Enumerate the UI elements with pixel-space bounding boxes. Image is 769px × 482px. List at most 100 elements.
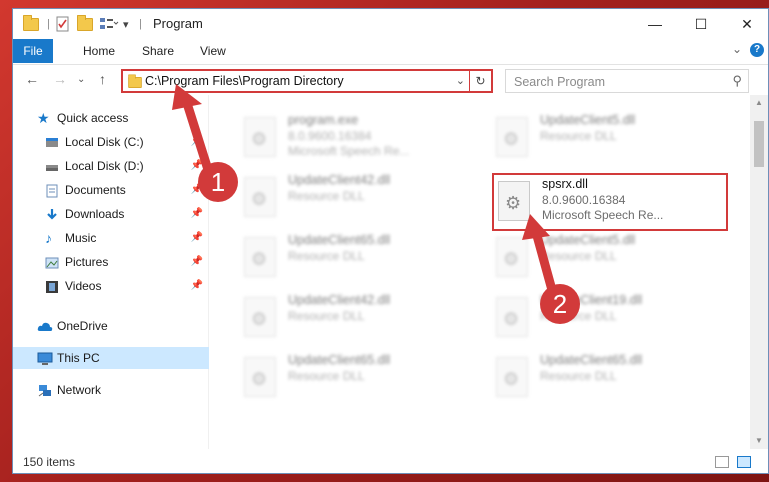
window-title: Program	[153, 16, 203, 31]
properties-icon[interactable]	[55, 15, 71, 33]
file-type: Resource DLL	[540, 129, 617, 143]
file-item[interactable]: UpdateClient65.dll Resource DLL	[238, 231, 468, 287]
sidebar-item-local-disk-d[interactable]: Local Disk (D:) 📌	[13, 155, 209, 177]
file-item[interactable]: program.exe 8.0.9600.16384 Microsoft Spe…	[238, 111, 468, 167]
tab-share[interactable]: Share	[142, 39, 174, 63]
sidebar-item-this-pc[interactable]: This PC	[13, 347, 209, 369]
pin-icon: 📌	[190, 232, 203, 243]
scroll-down-icon[interactable]: ▼	[750, 433, 768, 449]
file-icon	[244, 237, 276, 277]
back-button[interactable]: ←	[25, 71, 39, 87]
customize-toolbar-icon[interactable]: ▾	[123, 15, 129, 33]
file-icon	[244, 297, 276, 337]
explorer-window: | ▾ | Program — ☐ ✕ File Home Share View…	[12, 8, 769, 474]
item-count: 150 items	[23, 455, 76, 469]
file-icon	[496, 117, 528, 157]
sidebar-item-downloads[interactable]: Downloads 📌	[13, 203, 209, 225]
close-button[interactable]: ✕	[724, 9, 769, 39]
sidebar-item-label: Pictures	[65, 255, 109, 269]
computer-icon	[37, 351, 53, 365]
address-path[interactable]: C:\Program Files\Program Directory	[145, 74, 344, 88]
new-folder-icon[interactable]	[77, 14, 93, 33]
file-type: Resource DLL	[540, 249, 617, 263]
network-icon	[37, 383, 51, 397]
downloads-icon	[45, 207, 59, 221]
sidebar-item-network[interactable]: Network	[13, 379, 209, 401]
address-dropdown-icon[interactable]: ⌄	[456, 74, 465, 87]
videos-icon	[45, 279, 59, 293]
address-row: ← → ⌄ ↑ C:\Program Files\Program Directo…	[13, 65, 768, 95]
file-icon	[496, 357, 528, 397]
refresh-button[interactable]: ↻	[469, 71, 491, 91]
sidebar-item-quick-access[interactable]: ★ Quick access	[13, 107, 209, 129]
sidebar-item-label: Documents	[65, 183, 126, 197]
tab-home[interactable]: Home	[83, 39, 115, 63]
documents-icon	[45, 183, 59, 198]
sidebar-item-label: Music	[65, 231, 97, 245]
sidebar-item-music[interactable]: ♪ Music 📌	[13, 227, 209, 249]
file-name: UpdateClient65.dll	[288, 233, 391, 247]
scroll-thumb[interactable]	[754, 121, 764, 167]
recent-locations-button[interactable]: ⌄	[77, 74, 85, 85]
pin-icon: 📌	[190, 208, 203, 219]
sidebar-item-label: Videos	[65, 279, 102, 293]
file-name: UpdateClient42.dll	[288, 293, 391, 307]
file-type: Resource DLL	[288, 309, 365, 323]
sidebar-item-local-disk-c[interactable]: Local Disk (C:) 📌	[13, 131, 209, 153]
annotation-highlight-box	[492, 173, 728, 231]
file-type: Resource DLL	[288, 369, 365, 383]
search-box[interactable]: Search Program ⚲	[505, 69, 749, 93]
sidebar-item-label: Downloads	[65, 207, 125, 221]
file-item[interactable]: UpdateClient5.dll Resource DLL	[490, 111, 720, 167]
search-input[interactable]: Search Program	[514, 75, 605, 89]
vertical-scrollbar[interactable]: ▲ ▼	[750, 95, 768, 449]
sidebar-item-documents[interactable]: Documents 📌	[13, 179, 209, 201]
tab-view[interactable]: View	[200, 39, 226, 63]
address-bar[interactable]: C:\Program Files\Program Directory ⌄ ↻	[121, 69, 493, 93]
drive-icon	[45, 135, 59, 149]
help-icon[interactable]: ?	[750, 43, 764, 57]
file-item[interactable]: UpdateClient5.dll Resource DLL	[490, 231, 720, 287]
expand-ribbon-icon[interactable]: ⌄	[732, 42, 742, 56]
file-name: UpdateClient65.dll	[288, 353, 391, 367]
search-icon[interactable]: ⚲	[732, 73, 742, 89]
pin-icon: 📌	[190, 280, 203, 291]
file-item[interactable]: UpdateClient42.dll Resource DLL	[238, 291, 468, 347]
annotation-step-2: 2	[540, 284, 580, 324]
minimize-button[interactable]: —	[632, 9, 678, 39]
separator: |	[139, 18, 142, 30]
file-name: program.exe	[288, 113, 359, 127]
view-icon[interactable]	[99, 15, 119, 33]
file-icon	[496, 297, 528, 337]
up-button[interactable]: ↑	[99, 71, 106, 87]
details-view-icon[interactable]	[715, 456, 729, 468]
cloud-icon	[37, 319, 53, 333]
sidebar-item-pictures[interactable]: Pictures 📌	[13, 251, 209, 273]
file-item[interactable]: UpdateClient19.dll Resource DLL	[490, 291, 720, 347]
file-item[interactable]: UpdateClient65.dll Resource DLL	[238, 351, 468, 407]
file-name: UpdateClient65.dll	[540, 353, 643, 367]
tab-file[interactable]: File	[13, 39, 53, 63]
sidebar-item-label: Network	[57, 383, 102, 397]
ribbon: File Home Share View ⌄ ?	[13, 39, 768, 65]
pin-icon: 📌	[190, 256, 203, 267]
forward-button[interactable]: →	[53, 71, 67, 87]
file-type: Resource DLL	[540, 369, 617, 383]
file-item[interactable]: UpdateClient65.dll Resource DLL	[490, 351, 720, 407]
sidebar-item-onedrive[interactable]: OneDrive	[13, 315, 209, 337]
file-type: Resource DLL	[288, 249, 365, 263]
file-type: Resource DLL	[288, 189, 365, 203]
music-icon: ♪	[45, 230, 52, 246]
file-list: program.exe 8.0.9600.16384 Microsoft Spe…	[210, 95, 748, 449]
maximize-button[interactable]: ☐	[678, 9, 724, 39]
folder-icon	[23, 14, 39, 33]
sidebar-item-label: OneDrive	[57, 319, 108, 333]
annotation-step-1: 1	[198, 162, 238, 202]
sidebar-item-label: Local Disk (C:)	[65, 135, 144, 149]
pictures-icon	[45, 255, 59, 269]
file-item[interactable]: UpdateClient42.dll Resource DLL	[238, 171, 468, 227]
sidebar-item-videos[interactable]: Videos 📌	[13, 275, 209, 297]
file-version: 8.0.9600.16384	[288, 129, 372, 143]
scroll-up-icon[interactable]: ▲	[750, 95, 768, 111]
large-icons-view-icon[interactable]	[737, 456, 751, 468]
